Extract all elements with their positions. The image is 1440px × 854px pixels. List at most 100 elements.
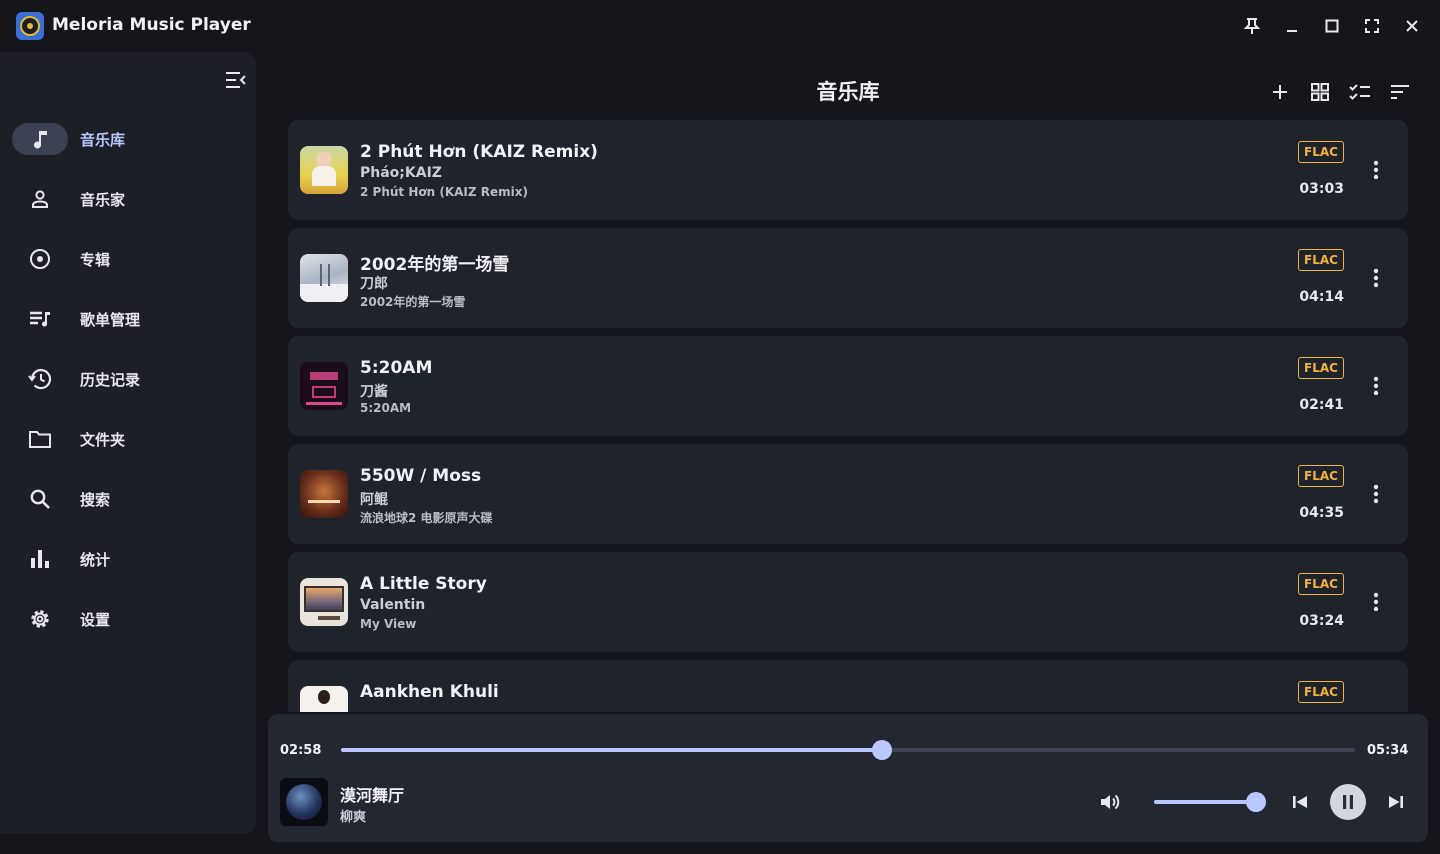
album-cover [300, 362, 348, 410]
pin-icon[interactable] [1240, 14, 1264, 38]
progress-thumb[interactable] [872, 740, 893, 760]
pause-button[interactable] [1330, 784, 1366, 820]
album-cover [300, 578, 348, 626]
folder-icon [12, 423, 68, 455]
sidebar-item-playlists[interactable]: 歌单管理 [12, 302, 244, 336]
volume-slider[interactable] [1154, 792, 1266, 812]
sidebar-item-stats[interactable]: 统计 [12, 542, 244, 576]
sidebar-item-artists[interactable]: 音乐家 [12, 182, 244, 216]
sidebar-item-library[interactable]: 音乐库 [12, 122, 244, 156]
previous-icon[interactable] [1286, 788, 1314, 816]
total-time: 05:34 [1367, 743, 1409, 758]
sort-icon[interactable] [1388, 80, 1412, 104]
more-options-icon[interactable] [1364, 374, 1388, 398]
progress-slider[interactable] [341, 740, 1355, 760]
sidebar-item-label: 历史记录 [80, 370, 141, 389]
now-playing-title: 漠河舞厅 [340, 786, 405, 805]
format-badge: FLAC [1298, 249, 1344, 271]
song-row[interactable]: 550W / Moss 阿鲲 流浪地球2 电影原声大碟 FLAC 04:35 [288, 444, 1408, 544]
add-icon[interactable] [1268, 80, 1292, 104]
volume-icon[interactable] [1096, 788, 1124, 816]
more-options-icon[interactable] [1364, 590, 1388, 614]
album-cover [300, 254, 348, 302]
collapse-sidebar-icon[interactable] [224, 70, 248, 90]
song-duration: 02:41 [1299, 397, 1344, 413]
player-bar: 02:58 05:34 漠河舞厅 柳爽 [268, 714, 1428, 842]
song-duration: 03:24 [1299, 613, 1344, 629]
sidebar-item-history[interactable]: 历史记录 [12, 362, 244, 396]
format-badge: FLAC [1298, 573, 1344, 595]
format-badge: FLAC [1298, 681, 1344, 703]
main-content: 音乐库 2 Phút Hơn (KAIZ Remix) Pháo;KAIZ 2 … [256, 52, 1440, 712]
close-icon[interactable] [1400, 14, 1424, 38]
maximize-icon[interactable] [1320, 14, 1344, 38]
sidebar-item-label: 统计 [80, 550, 111, 569]
format-badge: FLAC [1298, 465, 1344, 487]
person-icon [12, 183, 68, 215]
format-badge: FLAC [1298, 357, 1344, 379]
pause-icon [1343, 795, 1353, 809]
song-title: 5:20AM [360, 358, 433, 378]
song-duration: 04:35 [1299, 505, 1344, 521]
format-badge: FLAC [1298, 141, 1344, 163]
more-options-icon[interactable] [1364, 266, 1388, 290]
now-playing-cover [280, 778, 328, 826]
song-artist: Valentin [360, 597, 426, 613]
now-playing-artist: 柳爽 [340, 810, 367, 825]
song-title: Aankhen Khuli [360, 682, 499, 702]
sidebar-item-label: 搜索 [80, 490, 111, 509]
bar-chart-icon [12, 543, 68, 575]
sidebar-item-label: 设置 [80, 610, 111, 629]
song-artist: Pháo;KAIZ [360, 165, 442, 181]
sidebar-item-label: 文件夹 [80, 430, 126, 449]
playlist-icon [12, 303, 68, 335]
song-row[interactable]: 5:20AM 刀酱 5:20AM FLAC 02:41 [288, 336, 1408, 436]
sidebar-item-albums[interactable]: 专辑 [12, 242, 244, 276]
minimize-icon[interactable] [1280, 14, 1304, 38]
fullscreen-icon[interactable] [1360, 14, 1384, 38]
sidebar-item-label: 音乐家 [80, 190, 126, 209]
song-row[interactable]: 2002年的第一场雪 刀郎 2002年的第一场雪 FLAC 04:14 [288, 228, 1408, 328]
page-title: 音乐库 [816, 80, 880, 104]
song-album: 流浪地球2 电影原声大碟 [360, 511, 493, 525]
sidebar-item-search[interactable]: 搜索 [12, 482, 244, 516]
gear-icon [12, 603, 68, 635]
album-cover [300, 686, 348, 712]
volume-fill [1154, 800, 1256, 804]
search-icon [12, 483, 68, 515]
song-row[interactable]: Aankhen Khuli FLAC [288, 660, 1408, 712]
volume-thumb[interactable] [1246, 792, 1266, 812]
app-logo-icon [16, 12, 44, 40]
app-title: Meloria Music Player [52, 15, 251, 35]
song-album: 5:20AM [360, 401, 412, 415]
song-album: My View [360, 617, 417, 631]
more-options-icon[interactable] [1364, 158, 1388, 182]
current-time: 02:58 [280, 743, 322, 758]
sidebar-item-label: 歌单管理 [80, 310, 141, 329]
song-artist: 刀郎 [360, 276, 388, 292]
album-cover [300, 146, 348, 194]
title-bar: Meloria Music Player [0, 0, 1440, 52]
song-duration: 03:03 [1299, 181, 1344, 197]
song-duration: 04:14 [1299, 289, 1344, 305]
song-title: 2002年的第一场雪 [360, 255, 510, 275]
multi-select-icon[interactable] [1348, 80, 1372, 104]
history-icon [12, 363, 68, 395]
grid-view-icon[interactable] [1308, 80, 1332, 104]
sidebar-item-folders[interactable]: 文件夹 [12, 422, 244, 456]
sidebar-item-label: 专辑 [80, 250, 111, 269]
song-row[interactable]: 2 Phút Hơn (KAIZ Remix) Pháo;KAIZ 2 Phút… [288, 120, 1408, 220]
next-icon[interactable] [1382, 788, 1410, 816]
sidebar-item-settings[interactable]: 设置 [12, 602, 244, 636]
sidebar-item-label: 音乐库 [80, 130, 126, 149]
song-title: 2 Phút Hơn (KAIZ Remix) [360, 142, 598, 162]
song-artist: 刀酱 [360, 384, 388, 400]
song-album: 2002年的第一场雪 [360, 295, 466, 309]
song-album: 2 Phút Hơn (KAIZ Remix) [360, 185, 528, 199]
disc-icon [12, 243, 68, 275]
album-cover [300, 470, 348, 518]
progress-fill [341, 748, 883, 752]
song-row[interactable]: A Little Story Valentin My View FLAC 03:… [288, 552, 1408, 652]
more-options-icon[interactable] [1364, 482, 1388, 506]
song-title: A Little Story [360, 574, 487, 594]
